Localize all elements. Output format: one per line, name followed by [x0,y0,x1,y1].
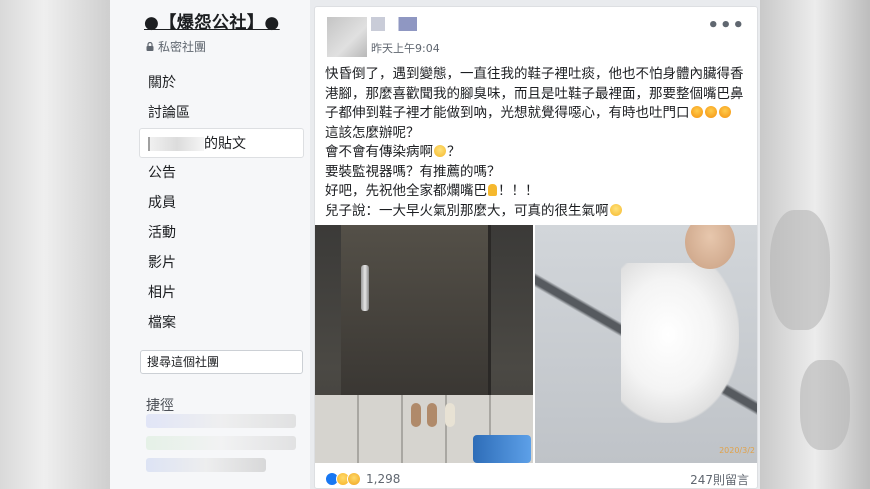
group-nav: 關於 討論區 的貼文 公告 成員 活動 影片 相片 檔案 [139,68,304,338]
reaction-count: 1,298 [366,472,401,486]
post-line: 要裝監視器嗎？有推薦的嗎？ [325,163,501,180]
nav-label: 關於 [148,75,176,91]
reaction-summary[interactable]: 1,298 [325,472,400,486]
post-line: 這該怎麼辦呢？ [325,124,420,141]
blurred-name [148,137,204,151]
nav-label: 相片 [148,285,176,301]
nav-item-events[interactable]: 活動 [140,218,304,248]
nav-label: 討論區 [148,105,190,121]
post-card: 昨天上午9:04 ••• 快昏倒了，遇到變態，一直往我的鞋子裡吐痰，他也不怕身體… [314,6,758,489]
privacy-label: 私密社團 [158,40,207,54]
nav-item-files[interactable]: 檔案 [140,308,304,338]
nav-label: 活動 [148,225,176,241]
post-line: 好吧，先祝他全家都爛嘴巴！！！ [325,183,539,199]
shortcut-item[interactable] [146,458,266,472]
post-photos: 2020/3/2 [315,225,757,463]
post-footer: 1,298 247則留言 [325,469,749,489]
tired-face-icon [434,145,446,157]
nav-item-posts[interactable]: 的貼文 [139,128,304,158]
angry-face-icon [718,106,731,118]
haha-reaction-icon [347,472,361,486]
photo-tissue-floor[interactable]: 2020/3/2 [535,225,757,463]
nav-label: 成員 [148,195,176,211]
group-search [140,350,303,374]
post-options-button[interactable]: ••• [707,15,745,36]
shortcut-item[interactable] [146,414,296,428]
group-title[interactable]: ●【爆怨公社】● [144,8,280,33]
nav-label: 檔案 [148,315,176,331]
nav-label: 的貼文 [204,136,246,152]
tired-face-icon [609,203,622,216]
thumbs-up-icon [488,184,497,196]
author-name-blurred[interactable] [371,17,417,31]
post-line: 會不會有傳染病啊？ [325,144,461,160]
nav-item-about[interactable]: 關於 [140,68,304,98]
shortcuts-heading: 捷徑 [146,398,174,414]
nav-item-announcements[interactable]: 公告 [140,158,304,188]
nav-item-videos[interactable]: 影片 [140,248,304,278]
blurred-background-left [0,0,110,489]
lock-icon [146,42,154,51]
post-line: 快昏倒了，遇到變態，一直往我的鞋子裡吐痰，他也不怕身體內臟得香港腳，那麼喜歡聞我… [325,66,744,121]
angry-face-icon [704,106,717,118]
nav-item-photos[interactable]: 相片 [140,278,304,308]
shortcut-item[interactable] [146,436,296,450]
post-line: 兒子說：一大早火氣別那麼大，可真的很生氣啊 [325,202,749,222]
nav-label: 影片 [148,255,176,271]
post-body: 快昏倒了，遇到變態，一直往我的鞋子裡吐痰，他也不怕身體內臟得香港腳，那麼喜歡聞我… [325,65,749,221]
avatar[interactable] [327,17,367,57]
nav-item-members[interactable]: 成員 [140,188,304,218]
photo-shoe-cabinet[interactable] [315,225,533,463]
angry-face-icon [690,106,703,118]
search-input[interactable] [147,355,297,369]
group-sidebar: ●【爆怨公社】● 私密社團 關於 討論區 的貼文 公告 成員 活動 影片 相片 … [110,0,310,489]
nav-item-discussion[interactable]: 討論區 [140,98,304,128]
photo-date-stamp: 2020/3/2 [719,446,755,455]
group-privacy: 私密社團 [146,38,206,55]
blurred-background-right [760,0,870,489]
comment-count-link[interactable]: 247則留言 [690,471,749,488]
post-timestamp[interactable]: 昨天上午9:04 [371,40,440,56]
nav-label: 公告 [148,165,176,181]
